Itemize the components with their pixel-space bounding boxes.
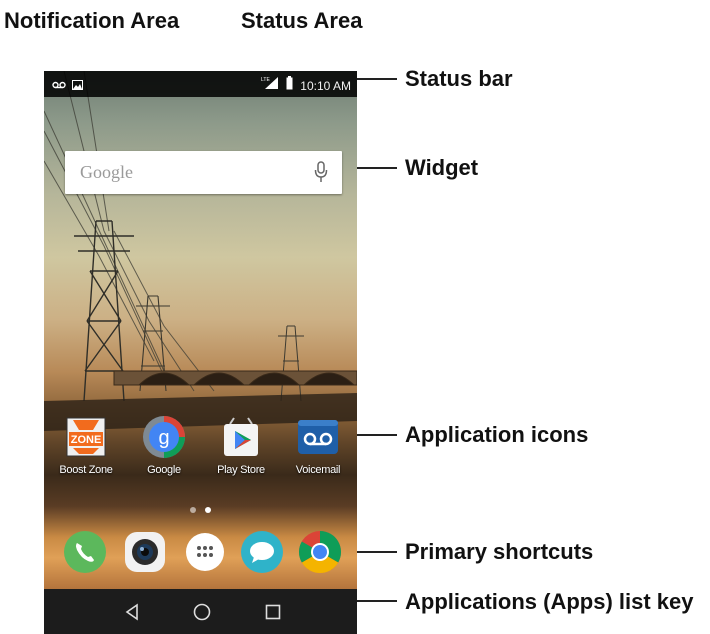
app-label: Play Store [217,464,265,476]
apps-list-key-label: Applications (Apps) list key [405,589,694,614]
recents-icon[interactable] [262,601,284,623]
google-search-widget[interactable]: Google [65,151,342,194]
chrome-icon[interactable] [298,530,342,574]
battery-icon [286,76,293,95]
status-bar: LTE 10:10 AM [44,71,357,97]
home-icon[interactable] [191,601,213,623]
mic-icon[interactable] [314,161,328,188]
widget-search-label: Google [80,162,133,182]
play-store-icon [218,414,264,460]
page-dot [190,507,196,513]
app-boost-zone[interactable]: ZONE Boost Zone [51,410,121,476]
voicemail-app-icon [295,414,341,460]
app-label: Boost Zone [59,464,113,476]
widget-label-callout: Widget [405,155,479,180]
image-icon [72,77,83,95]
app-voicemail[interactable]: Voicemail [283,410,353,476]
status-area-label: Status Area [241,8,363,33]
lte-signal-icon: LTE [261,76,279,95]
back-icon[interactable] [122,601,144,623]
apps-list-icon[interactable] [183,530,227,574]
app-label: Voicemail [295,464,341,476]
app-label: Google [147,464,181,476]
camera-icon[interactable] [123,530,167,574]
svg-text:g: g [158,427,169,449]
svg-text:LTE: LTE [261,77,270,83]
status-bar-label: Status bar [405,66,513,91]
status-area[interactable]: LTE 10:10 AM [261,76,351,95]
primary-shortcuts-label: Primary shortcuts [405,539,594,564]
app-google[interactable]: g Google [129,410,199,476]
primary-shortcuts-dock [44,530,357,580]
phone-screen: LTE 10:10 AM Google ZONE Boost Zone g Go… [44,71,357,634]
app-play-store[interactable]: Play Store [206,410,276,476]
svg-text:ZONE: ZONE [71,434,102,446]
messaging-icon[interactable] [240,530,284,574]
google-icon: g [141,414,187,460]
application-icons-label: Application icons [405,422,589,447]
status-bar-leader [352,78,397,80]
boost-zone-icon: ZONE [63,414,109,460]
voicemail-icon [52,77,66,95]
page-dot-active [205,507,211,513]
notification-area[interactable] [52,77,83,95]
status-time: 10:10 AM [300,78,351,93]
notification-area-label: Notification Area [4,8,180,33]
phone-icon[interactable] [63,530,107,574]
application-icons-row: ZONE Boost Zone g Google Play Store Voic… [44,410,357,494]
navigation-bar [44,589,357,634]
page-indicator [44,507,357,513]
